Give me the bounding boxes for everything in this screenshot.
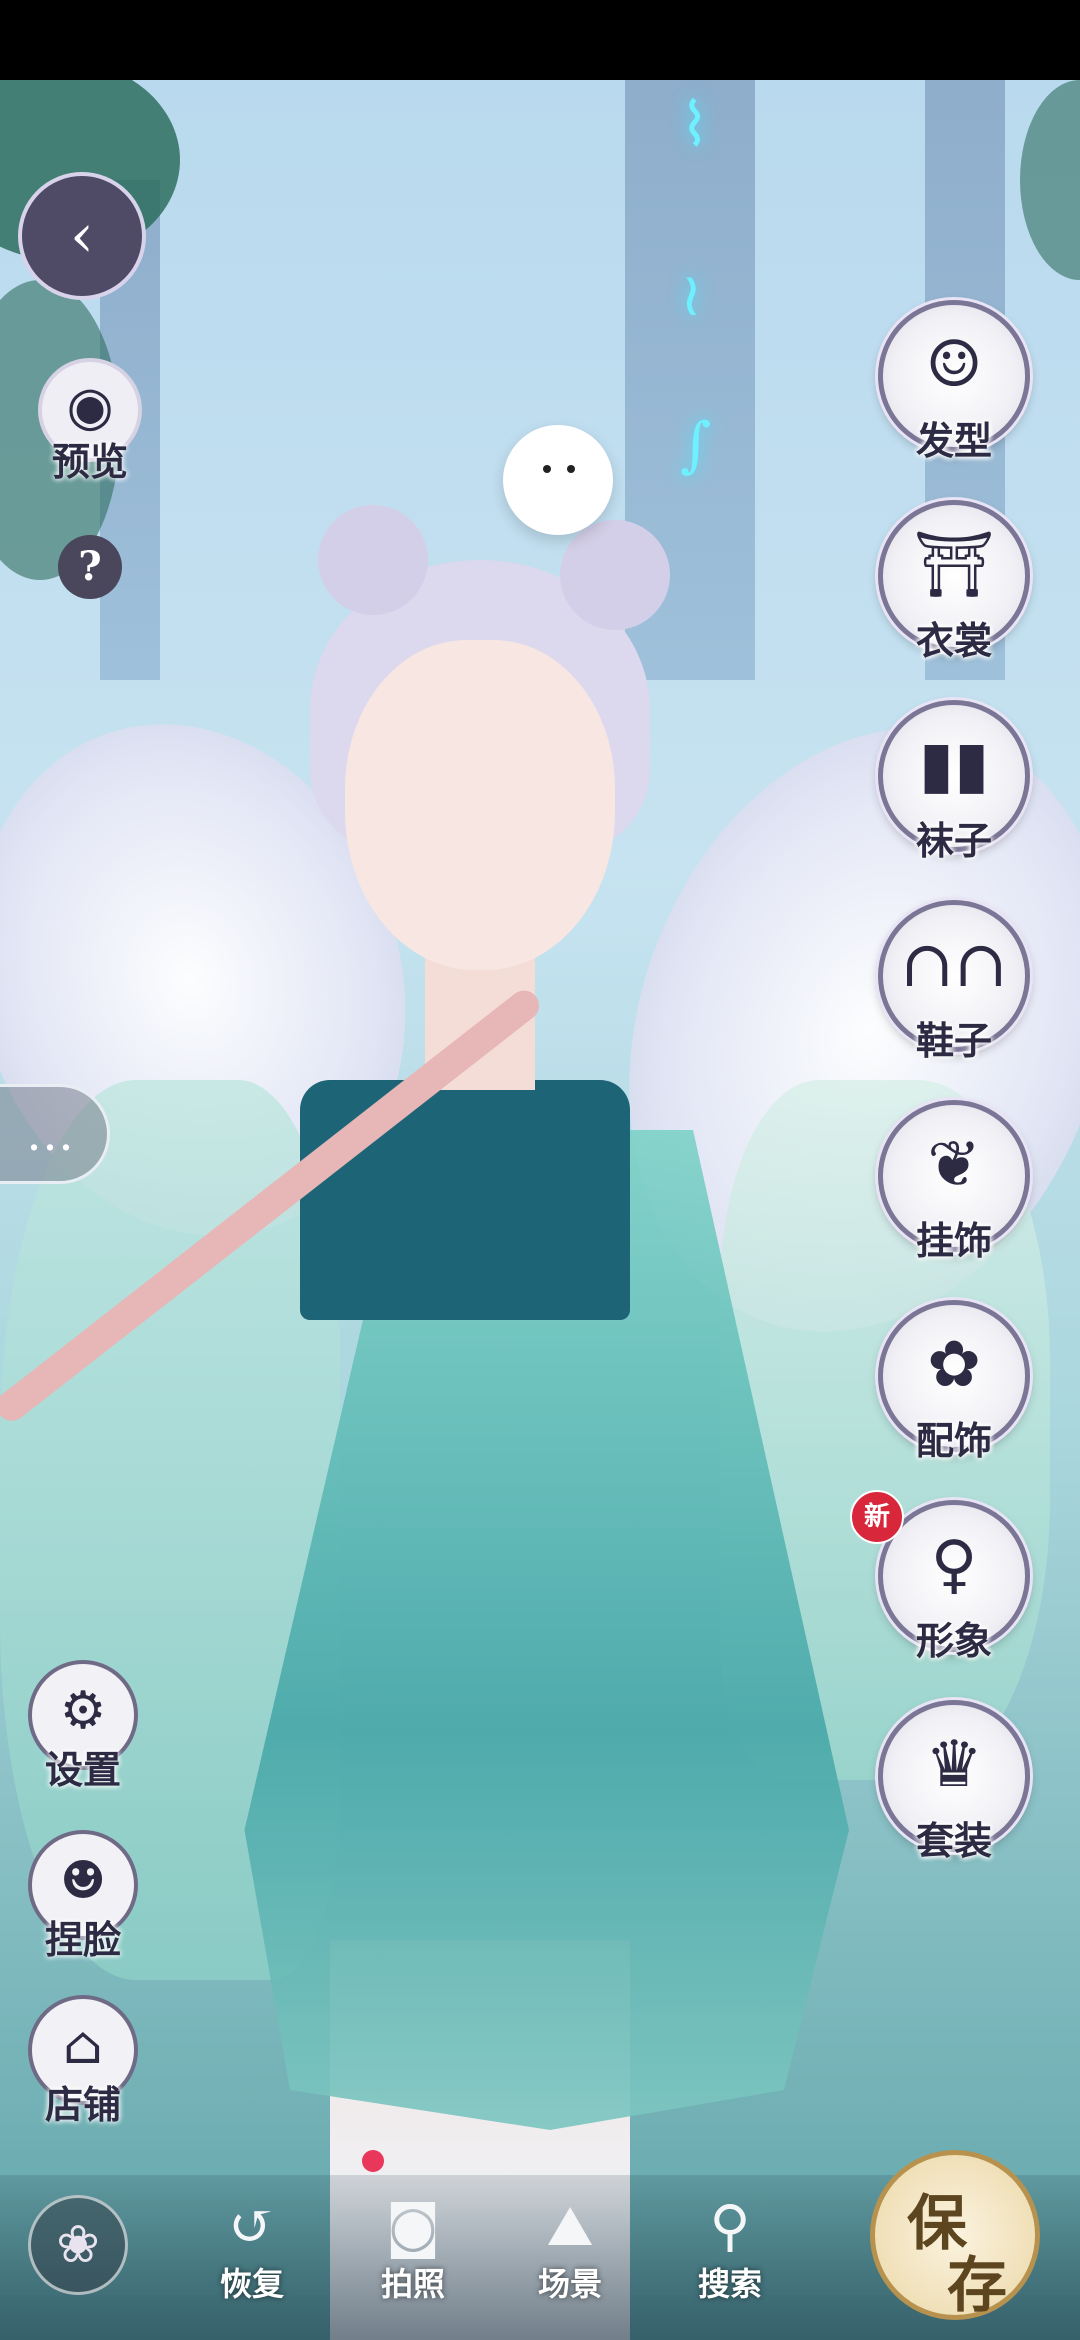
pendant-icon: ❦ — [927, 1127, 981, 1202]
bird-pet — [503, 425, 613, 535]
scene-button[interactable]: ⛰ 场景 — [505, 2195, 635, 2315]
save-label-bottom: 存 — [947, 2251, 1007, 2321]
menu-accessory-button[interactable]: ✿ 配饰 — [878, 1300, 1030, 1463]
character-bodice — [300, 1080, 630, 1320]
preview-label: 预览 — [51, 439, 129, 484]
shoes-icon: ∩∩ — [900, 927, 1008, 1002]
character-face — [345, 640, 615, 970]
back-button[interactable]: ‹ — [18, 172, 146, 300]
shop-label: 店铺 — [44, 2082, 122, 2127]
set-icon: ♛ — [925, 1727, 983, 1802]
search-label: 搜索 — [697, 2265, 762, 2303]
menu-label: 形象 — [915, 1618, 993, 1663]
settings-icon: ⚙ — [59, 1680, 107, 1741]
menu-socks-button[interactable]: ▮▮ 袜子 — [878, 700, 1030, 863]
menu-outfit-button[interactable]: ⛩ 衣裳 — [878, 500, 1030, 663]
back-icon: ‹ — [70, 201, 94, 271]
settings-label: 设置 — [44, 1747, 122, 1792]
menu-shoes-button[interactable]: ∩∩ 鞋子 — [878, 900, 1030, 1063]
restore-icon: ↺ — [228, 2194, 276, 2259]
face-edit-label: 捏脸 — [44, 1917, 122, 1962]
menu-label: 挂饰 — [915, 1218, 993, 1263]
shop-icon: ⌂ — [63, 2015, 103, 2076]
menu-pendant-button[interactable]: ❦ 挂饰 — [878, 1100, 1030, 1263]
photo-label: 拍照 — [380, 2265, 445, 2303]
preview-button[interactable]: ◉ 预览 — [38, 358, 142, 484]
help-icon: ? — [78, 543, 102, 590]
camera-icon: ◙ — [385, 2194, 441, 2259]
glowing-rune: ⌇ — [680, 90, 710, 160]
eye-icon: ◉ — [66, 374, 114, 438]
menu-label: 鞋子 — [915, 1018, 993, 1063]
save-button[interactable]: 保 存 — [870, 2150, 1040, 2321]
hair-bun — [560, 520, 670, 630]
chat-button[interactable]: … — [0, 1084, 110, 1184]
lotus-menu-button[interactable]: ❀ — [28, 2195, 128, 2295]
socks-icon: ▮▮ — [918, 727, 990, 802]
scene-label: 场景 — [537, 2265, 602, 2303]
glowing-rune: ∫ — [680, 410, 712, 480]
menu-label: 衣裳 — [915, 618, 993, 663]
menu-set-button[interactable]: ♛ 套装 — [878, 1700, 1030, 1863]
menu-label: 套装 — [915, 1818, 993, 1863]
menu-label: 袜子 — [915, 818, 993, 863]
new-badge: 新 — [850, 1490, 904, 1544]
menu-label: 配饰 — [915, 1418, 993, 1463]
glowing-rune: ≀ — [680, 260, 703, 330]
hairstyle-icon: ☺ — [925, 327, 983, 402]
hair-bun — [318, 505, 428, 615]
lotus-icon: ❀ — [56, 2215, 100, 2275]
search-button[interactable]: ⚲ 搜索 — [665, 2195, 795, 2315]
camera-notification-dot — [362, 2150, 384, 2172]
menu-label: 发型 — [915, 418, 993, 463]
restore-label: 恢复 — [219, 2265, 284, 2303]
scene-icon: ⛰ — [546, 2194, 594, 2259]
chat-bubble-icon: … — [26, 1106, 74, 1162]
menu-hairstyle-button[interactable]: ☺ 发型 — [878, 300, 1030, 463]
search-icon: ⚲ — [709, 2194, 751, 2259]
face-icon: ☻ — [59, 1850, 107, 1911]
face-edit-button[interactable]: ☻ 捏脸 — [28, 1830, 138, 1962]
status-bar — [0, 0, 1080, 80]
outfit-icon: ⛩ — [913, 527, 995, 602]
photo-button[interactable]: ◙ 拍照 — [348, 2195, 478, 2315]
foliage — [1020, 80, 1080, 280]
help-button[interactable]: ? — [58, 535, 122, 599]
settings-button[interactable]: ⚙ 设置 — [28, 1660, 138, 1792]
restore-button[interactable]: ↺ 恢复 — [187, 2195, 317, 2315]
appearance-icon: ♀ — [930, 1527, 978, 1602]
shop-button[interactable]: ⌂ 店铺 — [28, 1995, 138, 2127]
accessory-icon: ✿ — [927, 1327, 981, 1402]
